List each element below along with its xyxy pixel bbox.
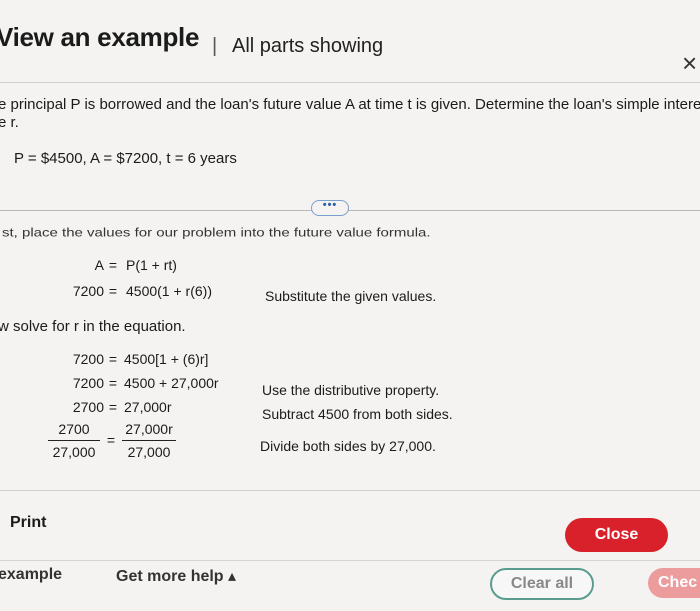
given-values: P = $4500, A = $7200, t = 6 years: [14, 150, 237, 167]
equals-sign: =: [108, 351, 118, 367]
problem-statement-line-2: e r.: [0, 114, 19, 131]
equation-lhs: 7200: [72, 375, 104, 391]
equation-lhs: 2700: [72, 399, 104, 415]
problem-statement-line-1: e principal P is borrowed and the loan's…: [0, 96, 700, 113]
fraction-bar: [122, 440, 176, 441]
equals-sign: =: [108, 257, 118, 273]
step-note: Substitute the given values.: [265, 288, 437, 304]
check-answer-button[interactable]: Chec: [648, 568, 700, 598]
step-note: Use the distributive property.: [262, 382, 440, 398]
step-1-instruction: st, place the values for our problem int…: [2, 226, 431, 240]
page-title: View an example: [0, 22, 200, 52]
bottom-toolbar: [0, 560, 700, 611]
equation-rhs: 4500(1 + r(6)): [126, 283, 212, 299]
print-button[interactable]: Print: [10, 514, 46, 532]
equation-lhs: 7200: [72, 283, 104, 299]
footer-divider: [0, 490, 700, 491]
header-divider: [0, 82, 700, 83]
fraction-numerator: 2700: [58, 421, 90, 437]
step-2-instruction: w solve for r in the equation.: [0, 318, 186, 335]
fraction-denominator: 27,000: [127, 444, 171, 460]
equation-rhs: P(1 + rt): [126, 257, 177, 273]
equation-rhs: 4500[1 + (6)r]: [124, 351, 209, 367]
get-more-help-link[interactable]: Get more help ▴: [116, 566, 236, 586]
equation-rhs: 4500 + 27,000r: [124, 375, 219, 391]
clear-all-button[interactable]: Clear all: [490, 568, 594, 600]
fraction-numerator: 27,000r: [125, 421, 173, 437]
page-subtitle: All parts showing: [232, 35, 384, 57]
close-button[interactable]: Close: [565, 518, 668, 552]
equals-sign: =: [108, 399, 118, 415]
equation-lhs: 7200: [72, 351, 104, 367]
equation-lhs: A: [94, 257, 104, 273]
equals-sign: =: [108, 375, 118, 391]
fraction-denominator: 27,000: [52, 444, 96, 460]
close-icon[interactable]: ×: [682, 50, 697, 76]
title-separator: |: [212, 35, 218, 57]
step-note: Divide both sides by 27,000.: [260, 438, 436, 454]
section-divider: [0, 210, 700, 211]
equation-rhs: 27,000r: [124, 399, 172, 415]
step-note: Subtract 4500 from both sides.: [262, 406, 453, 422]
fraction-bar: [48, 440, 100, 441]
equals-sign: =: [108, 283, 118, 299]
equals-sign: =: [106, 432, 116, 448]
view-example-link[interactable]: example: [0, 566, 62, 584]
ellipsis-icon: •••: [322, 199, 338, 211]
